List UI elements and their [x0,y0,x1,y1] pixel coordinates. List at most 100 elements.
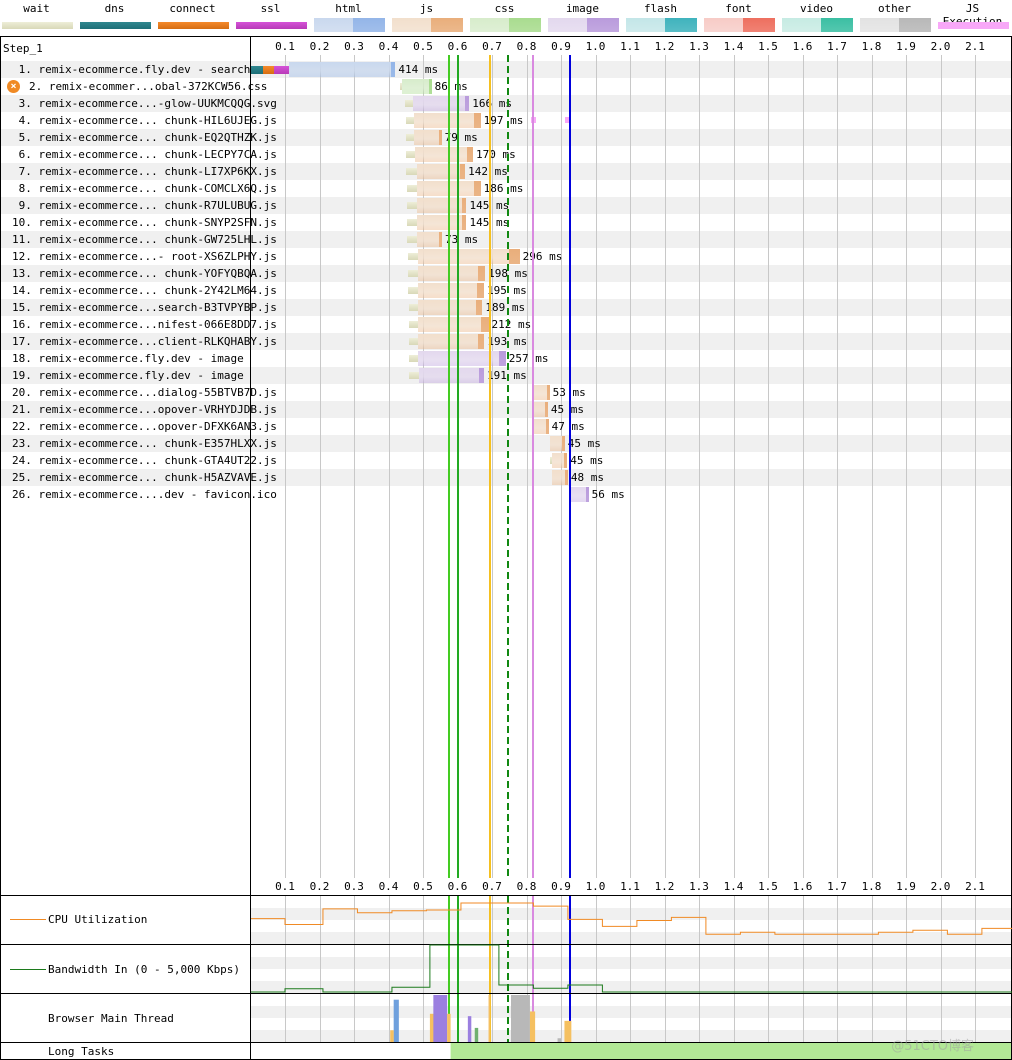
request-duration: 56 ms [591,488,625,501]
request-label[interactable]: 3. remix-ecommerce...-glow-UUKMCQQG.svg [12,95,277,112]
legend-swatch [2,22,73,29]
legend-label: connect [169,2,216,15]
request-label[interactable]: 24. remix-ecommerce... chunk-GTA4UT22.js [12,452,277,469]
axis-tick-label: 0.2 [309,880,330,893]
download-segment [544,402,548,417]
js-bar[interactable] [551,453,568,468]
error-icon: × [7,80,20,93]
request-label[interactable]: 25. remix-ecommerce... chunk-H5AZVAVE.js [12,469,277,486]
request-label[interactable]: 7. remix-ecommerce... chunk-LI7XP6KX.js [12,163,277,180]
axis-tick-label: 1.3 [689,40,709,53]
cpu-legend-line [10,919,46,920]
start-render-marker [447,55,450,878]
request-label[interactable]: 6. remix-ecommerce... chunk-LECPY7CA.js [12,146,277,163]
axis-tick-label: 2.1 [965,880,985,893]
document-complete-marker [568,55,571,878]
request-duration: 45 ms [570,454,604,467]
js-bar[interactable] [417,334,485,349]
axis-tick-label: 0.7 [482,40,502,53]
request-label[interactable]: 21. remix-ecommerce...opover-VRHYDJDB.js [12,401,277,418]
legend-item-image: image [546,0,619,34]
request-label[interactable]: 9. remix-ecommerce... chunk-R7ULUBUG.js [12,197,277,214]
watermark: @51CTO博客 [891,1039,974,1054]
main-thread-label: Browser Main Thread [48,1012,174,1025]
image-bar[interactable] [412,96,470,111]
request-label[interactable]: 20. remix-ecommerce...dialog-55BTVB7D.js [12,384,277,401]
html-bar[interactable] [289,62,396,77]
request-label[interactable]: 17. remix-ecommerce...client-RLKQHABY.js [12,333,277,350]
download-segment [428,79,432,94]
js-bar[interactable] [417,317,489,332]
js-bar[interactable] [417,266,486,281]
download-segment [475,300,483,315]
axis-tick-label: 0.7 [482,880,502,893]
request-label[interactable]: 14. remix-ecommerce... chunk-2Y42LM64.js [12,282,277,299]
js-bar[interactable] [417,300,483,315]
download-segment [460,164,466,179]
download-segment [477,334,485,349]
legend-swatch [80,22,151,29]
request-label[interactable]: 4. remix-ecommerce... chunk-HIL6UJEG.js [12,112,277,129]
axis-tick-label: 1.0 [585,880,606,893]
request-label[interactable]: 11. remix-ecommerce... chunk-GW725LHL.js [12,231,277,248]
axis-tick-label: 1.1 [620,880,640,893]
js-bar[interactable] [532,419,549,434]
js-bar[interactable] [416,232,442,247]
legend-item-connect: connect [156,0,229,34]
request-label[interactable]: 13. remix-ecommerce... chunk-YOFYQBQA.js [12,265,277,282]
request-label[interactable]: 10. remix-ecommerce... chunk-SNYP2SFN.js [12,214,277,231]
dom-interactive-marker [532,55,535,878]
js-bar[interactable] [551,470,568,485]
js-bar[interactable] [417,283,485,298]
legend-label: image [565,2,600,15]
css-bar[interactable] [402,79,432,94]
gridline [871,55,873,878]
legend-swatch [860,18,931,32]
download-segment [473,113,481,128]
js-bar[interactable] [549,436,565,451]
request-label[interactable]: 15. remix-ecommerce...search-B3TVPYBP.js [12,299,277,316]
request-label[interactable]: 1. remix-ecommerce.fly.dev - search [12,61,251,78]
gridline [733,55,735,878]
request-label[interactable]: 2. remix-ecommer...obal-372KCW56.css [29,78,267,95]
js-bar[interactable] [416,198,467,213]
js-bar[interactable] [414,147,474,162]
legend-item-html: html [312,0,385,34]
js-bar[interactable] [532,402,548,417]
wait-segment [406,185,417,192]
request-label[interactable]: 23. remix-ecommerce... chunk-E357HLXX.js [12,435,277,452]
gridline [768,55,769,878]
request-label[interactable]: 22. remix-ecommerce...opover-DFXK6AN3.js [12,418,277,435]
js-bar[interactable] [417,249,520,264]
request-duration: 296 ms [522,250,563,263]
axis-tick-label: 1.4 [723,40,744,53]
request-label[interactable]: 16. remix-ecommerce...nifest-066E8DD7.js [12,316,277,333]
axis-tick-label: 0.8 [516,40,537,53]
wait-segment [405,151,415,158]
request-label[interactable]: 26. remix-ecommerce....dev - favicon.ico [12,486,277,503]
image-bar[interactable] [417,351,506,366]
legend-label: html [335,2,362,15]
legend-swatch [314,18,385,32]
legend-label: css [494,2,515,15]
axis-tick-label: 0.1 [275,40,295,53]
gridline [526,55,528,878]
axis-tick-label: 1.7 [827,880,847,893]
request-label[interactable]: 19. remix-ecommerce.fly.dev - image [12,367,244,384]
axis-tick-label: 0.2 [309,40,330,53]
request-label[interactable]: 12. remix-ecommerce...- root-XS6ZLPHY.js [12,248,277,265]
wait-segment [405,100,413,107]
image-bar[interactable] [418,368,485,383]
request-label[interactable]: 18. remix-ecommerce.fly.dev - image [12,350,244,367]
js-bar[interactable] [416,215,467,230]
legend-swatch [704,18,775,32]
download-segment [391,62,396,77]
gridline [975,55,976,878]
js-bar[interactable] [414,130,442,145]
request-label[interactable]: 5. remix-ecommerce... chunk-EQ2QTHZK.js [12,129,277,146]
download-segment [481,317,489,332]
legend-item-css: css [468,0,541,34]
request-label[interactable]: 8. remix-ecommerce... chunk-COMCLX6Q.js [12,180,277,197]
image-bar[interactable] [569,487,589,502]
legend-swatch [548,18,619,32]
